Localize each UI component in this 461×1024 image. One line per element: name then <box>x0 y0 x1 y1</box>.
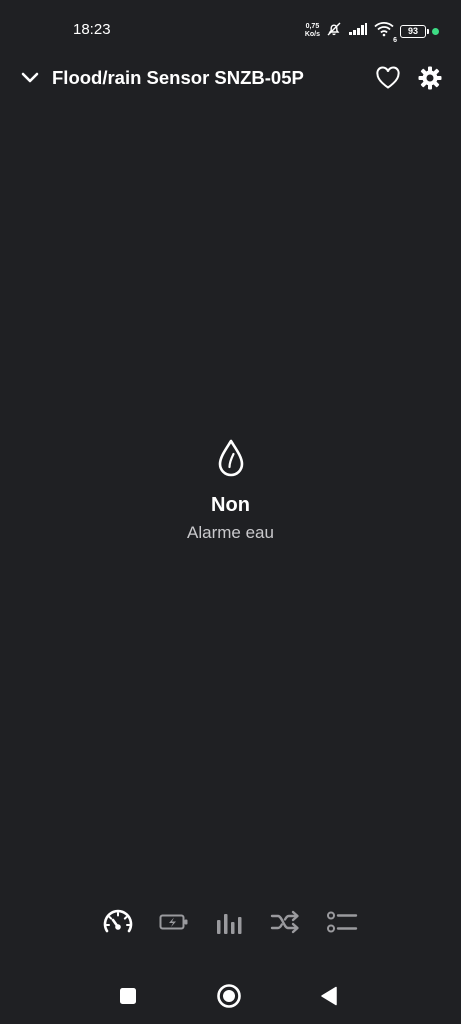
network-speed: 0,75 Ko/s <box>305 23 320 39</box>
sensor-display: Non Alarme eau <box>0 438 461 543</box>
sensor-label: Alarme eau <box>187 523 274 542</box>
heart-outline-icon <box>376 66 400 89</box>
app-header: Flood/rain Sensor SNZB-05P <box>0 58 461 98</box>
network-speed-value: 0,75 <box>305 23 320 30</box>
tab-details[interactable] <box>325 905 359 939</box>
system-nav-bar <box>0 980 461 1012</box>
battery-charging-icon <box>159 914 188 930</box>
sensor-value: Non <box>211 494 250 516</box>
status-indicator-dot <box>432 27 439 35</box>
settings-button[interactable] <box>416 64 444 92</box>
triangle-back-icon <box>321 986 337 1006</box>
list-icon <box>327 911 358 933</box>
status-time: 18:23 <box>73 21 111 38</box>
shuffle-icon <box>270 910 299 934</box>
gear-icon <box>418 66 442 90</box>
circle-icon <box>217 984 241 1008</box>
bar-chart-icon <box>217 914 242 934</box>
battery-icon: 93 <box>400 24 429 38</box>
signal-icon <box>348 22 368 41</box>
home-button[interactable] <box>213 980 245 1012</box>
tab-status[interactable] <box>101 905 135 939</box>
wifi-badge: 6 <box>393 36 397 44</box>
back-button[interactable] <box>313 980 345 1012</box>
collapse-button[interactable] <box>18 66 42 90</box>
tab-battery[interactable] <box>157 905 191 939</box>
water-drop-icon <box>218 439 243 477</box>
speedometer-icon <box>103 909 133 933</box>
network-speed-unit: Ko/s <box>304 31 320 38</box>
favorite-button[interactable] <box>374 64 402 92</box>
chevron-down-icon <box>21 72 39 83</box>
tab-automations[interactable] <box>269 905 303 939</box>
status-icons: 0,75 Ko/s 6 93 <box>305 20 439 44</box>
status-bar: 18:23 0,75 Ko/s 6 93 <box>0 0 461 60</box>
square-icon <box>120 988 136 1004</box>
bottom-tab-bar <box>0 905 461 939</box>
wifi-icon: 6 <box>374 21 397 44</box>
tab-statistics[interactable] <box>213 905 247 939</box>
page-title: Flood/rain Sensor SNZB-05P <box>52 67 304 88</box>
bell-muted-icon <box>326 21 342 42</box>
battery-level: 93 <box>407 26 418 36</box>
recents-button[interactable] <box>112 980 144 1012</box>
